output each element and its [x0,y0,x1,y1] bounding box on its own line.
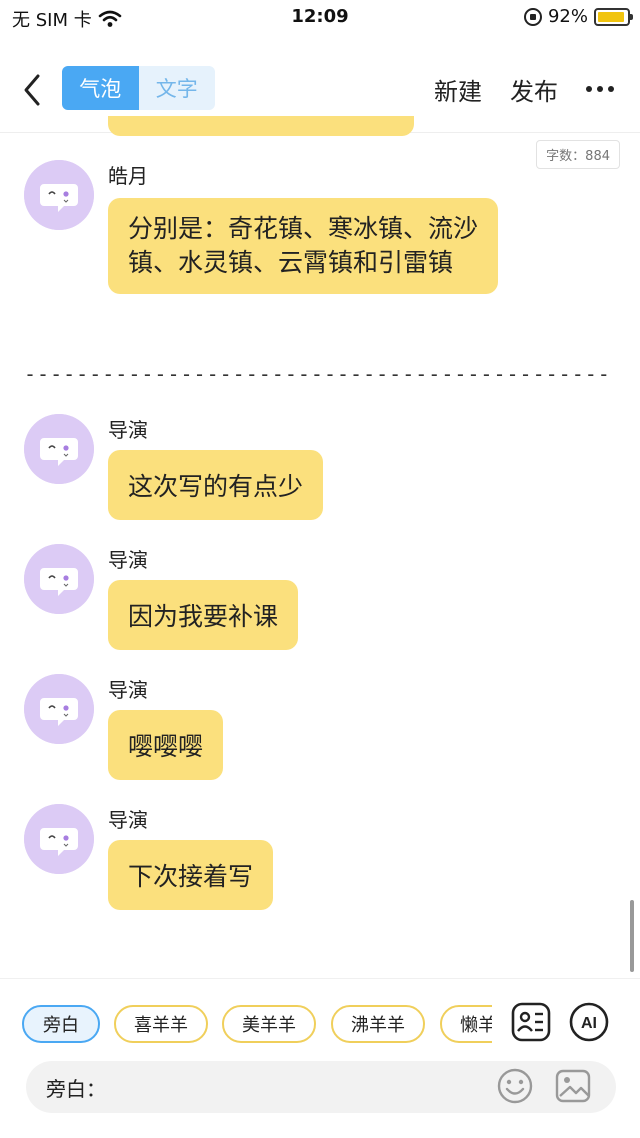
chat-message: 导演 嘤嘤嘤 [24,674,584,784]
message-bubble[interactable]: 分别是：奇花镇、寒冰镇、流沙 镇、水灵镇、云霄镇和引雷镇 [108,198,499,294]
image-icon[interactable] [554,1067,592,1105]
avatar[interactable] [24,414,94,484]
tab-text[interactable]: 文字 [138,66,215,110]
message-bubble[interactable]: 嘤嘤嘤 [108,710,224,780]
composer-panel: 旁白 喜羊羊 美羊羊 沸羊羊 懒羊羊 AI 旁白： [0,978,640,1138]
role-chip[interactable]: 沸羊羊 [331,1005,425,1043]
message-input[interactable] [112,1069,492,1105]
avatar[interactable] [24,160,94,230]
message-bubble[interactable]: 因为我要补课 [108,580,299,650]
speaker-name: 导演 [108,808,148,832]
new-button[interactable]: 新建 [434,72,482,107]
ellipsis-icon[interactable] [586,86,614,92]
battery-icon [594,7,633,26]
composer-input-row: 旁白： [26,1061,616,1113]
publish-button[interactable]: 发布 [510,72,558,107]
role-chip[interactable]: 美羊羊 [222,1005,316,1043]
battery-level [598,11,624,22]
chat-message: 导演 下次接着写 [24,804,584,914]
chat-message: 导演 因为我要补课 [24,544,584,654]
avatar[interactable] [24,804,94,874]
speaker-name: 皓月 [108,164,148,188]
ai-button[interactable]: AI [568,1001,610,1043]
message-bubble[interactable]: 下次接着写 [108,840,274,910]
partial-message-bubble [108,116,414,136]
nav-bar: 气泡 文字 新建 发布 [0,60,640,118]
orientation-lock-icon [523,7,542,26]
speaker-name: 导演 [108,548,148,572]
chat-message: 导演 这次写的有点少 [24,414,584,524]
separator-line: ----------------------------------------… [24,362,608,382]
scrollbar[interactable] [630,900,634,972]
emoji-icon[interactable] [496,1067,534,1105]
status-right: 92% [523,6,633,27]
ai-label: AI [581,1015,597,1032]
composer-speaker-label: 旁白： [46,1077,106,1101]
message-bubble[interactable]: 这次写的有点少 [108,450,324,520]
status-bar: 无 SIM 卡 12:09 92% [0,0,640,34]
role-chip[interactable]: 懒羊羊 [440,1005,492,1043]
avatar[interactable] [24,674,94,744]
chevron-left-icon[interactable] [18,70,48,110]
role-chips: 旁白 喜羊羊 美羊羊 沸羊羊 懒羊羊 [20,1005,492,1045]
role-chip-narrator[interactable]: 旁白 [22,1005,100,1043]
chat-message: 皓月 分别是：奇花镇、寒冰镇、流沙 镇、水灵镇、云霄镇和引雷镇 [24,160,584,310]
speaker-name: 导演 [108,678,148,702]
tab-bubble[interactable]: 气泡 [62,66,139,110]
mode-switch: 气泡 文字 [62,66,215,110]
role-card-icon[interactable] [510,1001,552,1043]
message-line: 镇、水灵镇、云霄镇和引雷镇 [128,248,454,277]
avatar[interactable] [24,544,94,614]
role-chip[interactable]: 喜羊羊 [114,1005,208,1043]
message-line: 分别是：奇花镇、寒冰镇、流沙 [128,214,479,243]
speaker-name: 导演 [108,418,148,442]
battery-percent: 92% [547,6,588,27]
